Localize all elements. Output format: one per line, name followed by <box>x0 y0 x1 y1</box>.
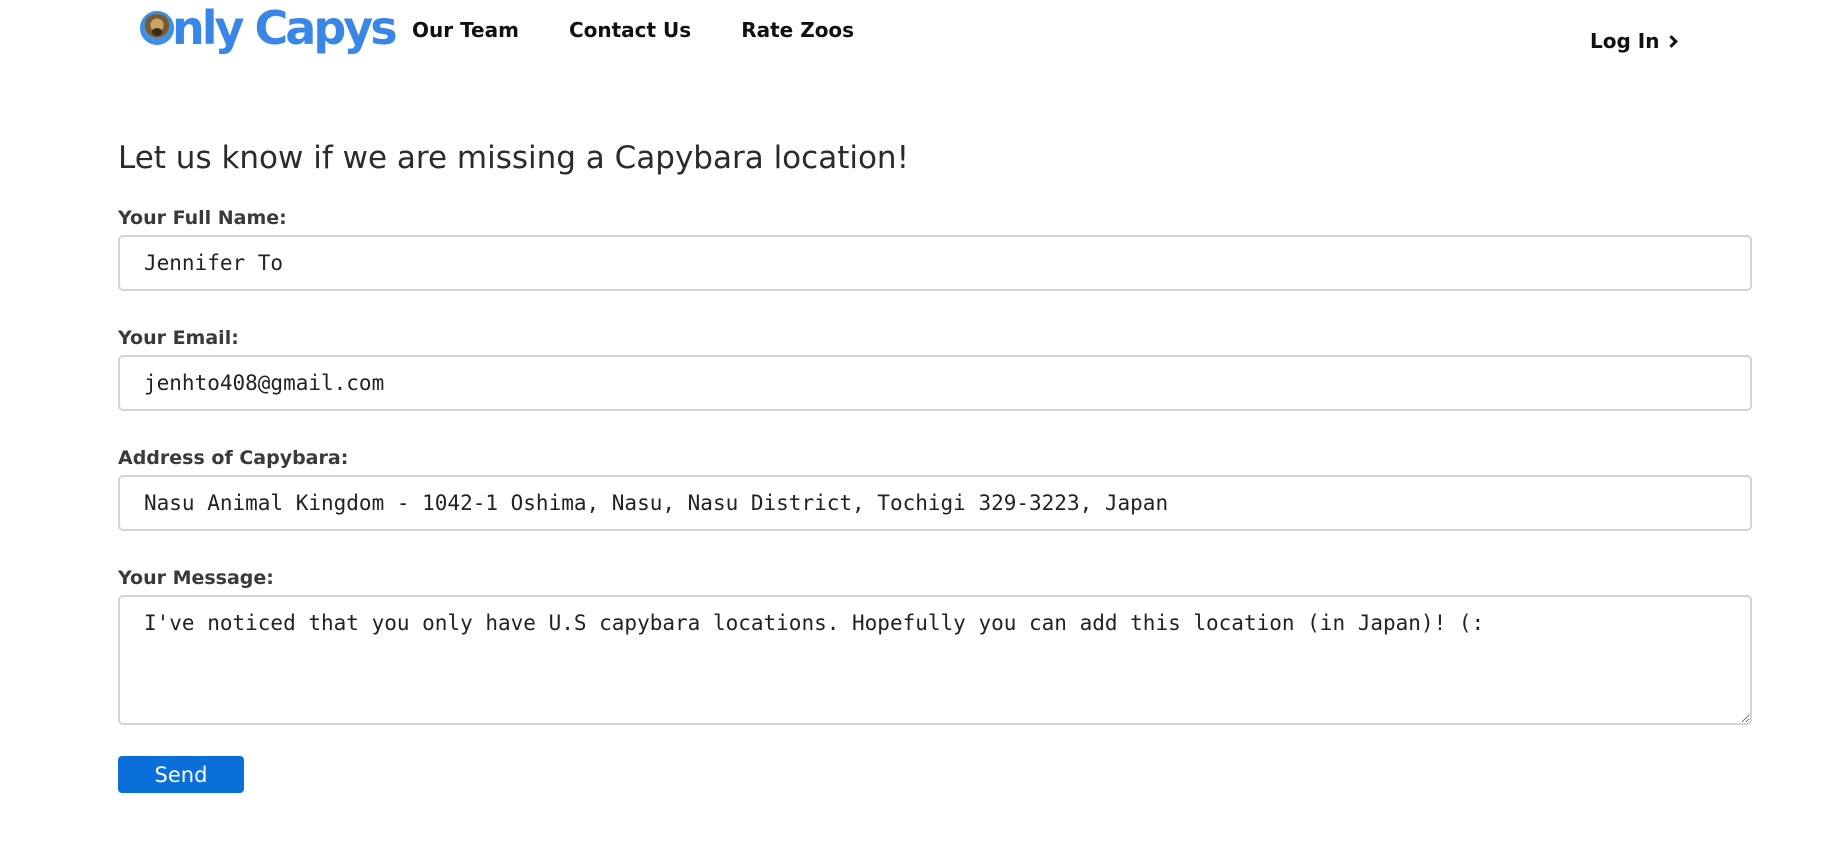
email-input[interactable] <box>118 355 1752 411</box>
login-link[interactable]: Log In <box>1590 29 1679 53</box>
address-label: Address of Capybara: <box>118 447 349 469</box>
chevron-right-icon <box>1665 34 1679 48</box>
main-nav: Our Team Contact Us Rate Zoos <box>412 18 854 42</box>
full-name-label: Your Full Name: <box>118 207 287 229</box>
logo-text: nly Capys <box>172 1 398 55</box>
nav-our-team[interactable]: Our Team <box>412 18 519 42</box>
site-header: nly Capys Our Team Contact Us Rate Zoos … <box>0 0 1834 62</box>
nav-contact-us[interactable]: Contact Us <box>569 18 691 42</box>
page: nly Capys Our Team Contact Us Rate Zoos … <box>0 0 1834 844</box>
send-button[interactable]: Send <box>118 756 244 793</box>
capybara-badge-icon <box>140 11 174 45</box>
full-name-input[interactable] <box>118 235 1752 291</box>
contact-form: Let us know if we are missing a Capybara… <box>118 134 1752 793</box>
email-label: Your Email: <box>118 327 239 349</box>
form-title: Let us know if we are missing a Capybara… <box>118 140 909 176</box>
login-label: Log In <box>1590 29 1660 53</box>
message-textarea[interactable]: I've noticed that you only have U.S capy… <box>118 595 1752 725</box>
address-input[interactable] <box>118 475 1752 531</box>
site-logo[interactable]: nly Capys <box>140 1 398 55</box>
message-label: Your Message: <box>118 567 274 589</box>
nav-rate-zoos[interactable]: Rate Zoos <box>741 18 854 42</box>
